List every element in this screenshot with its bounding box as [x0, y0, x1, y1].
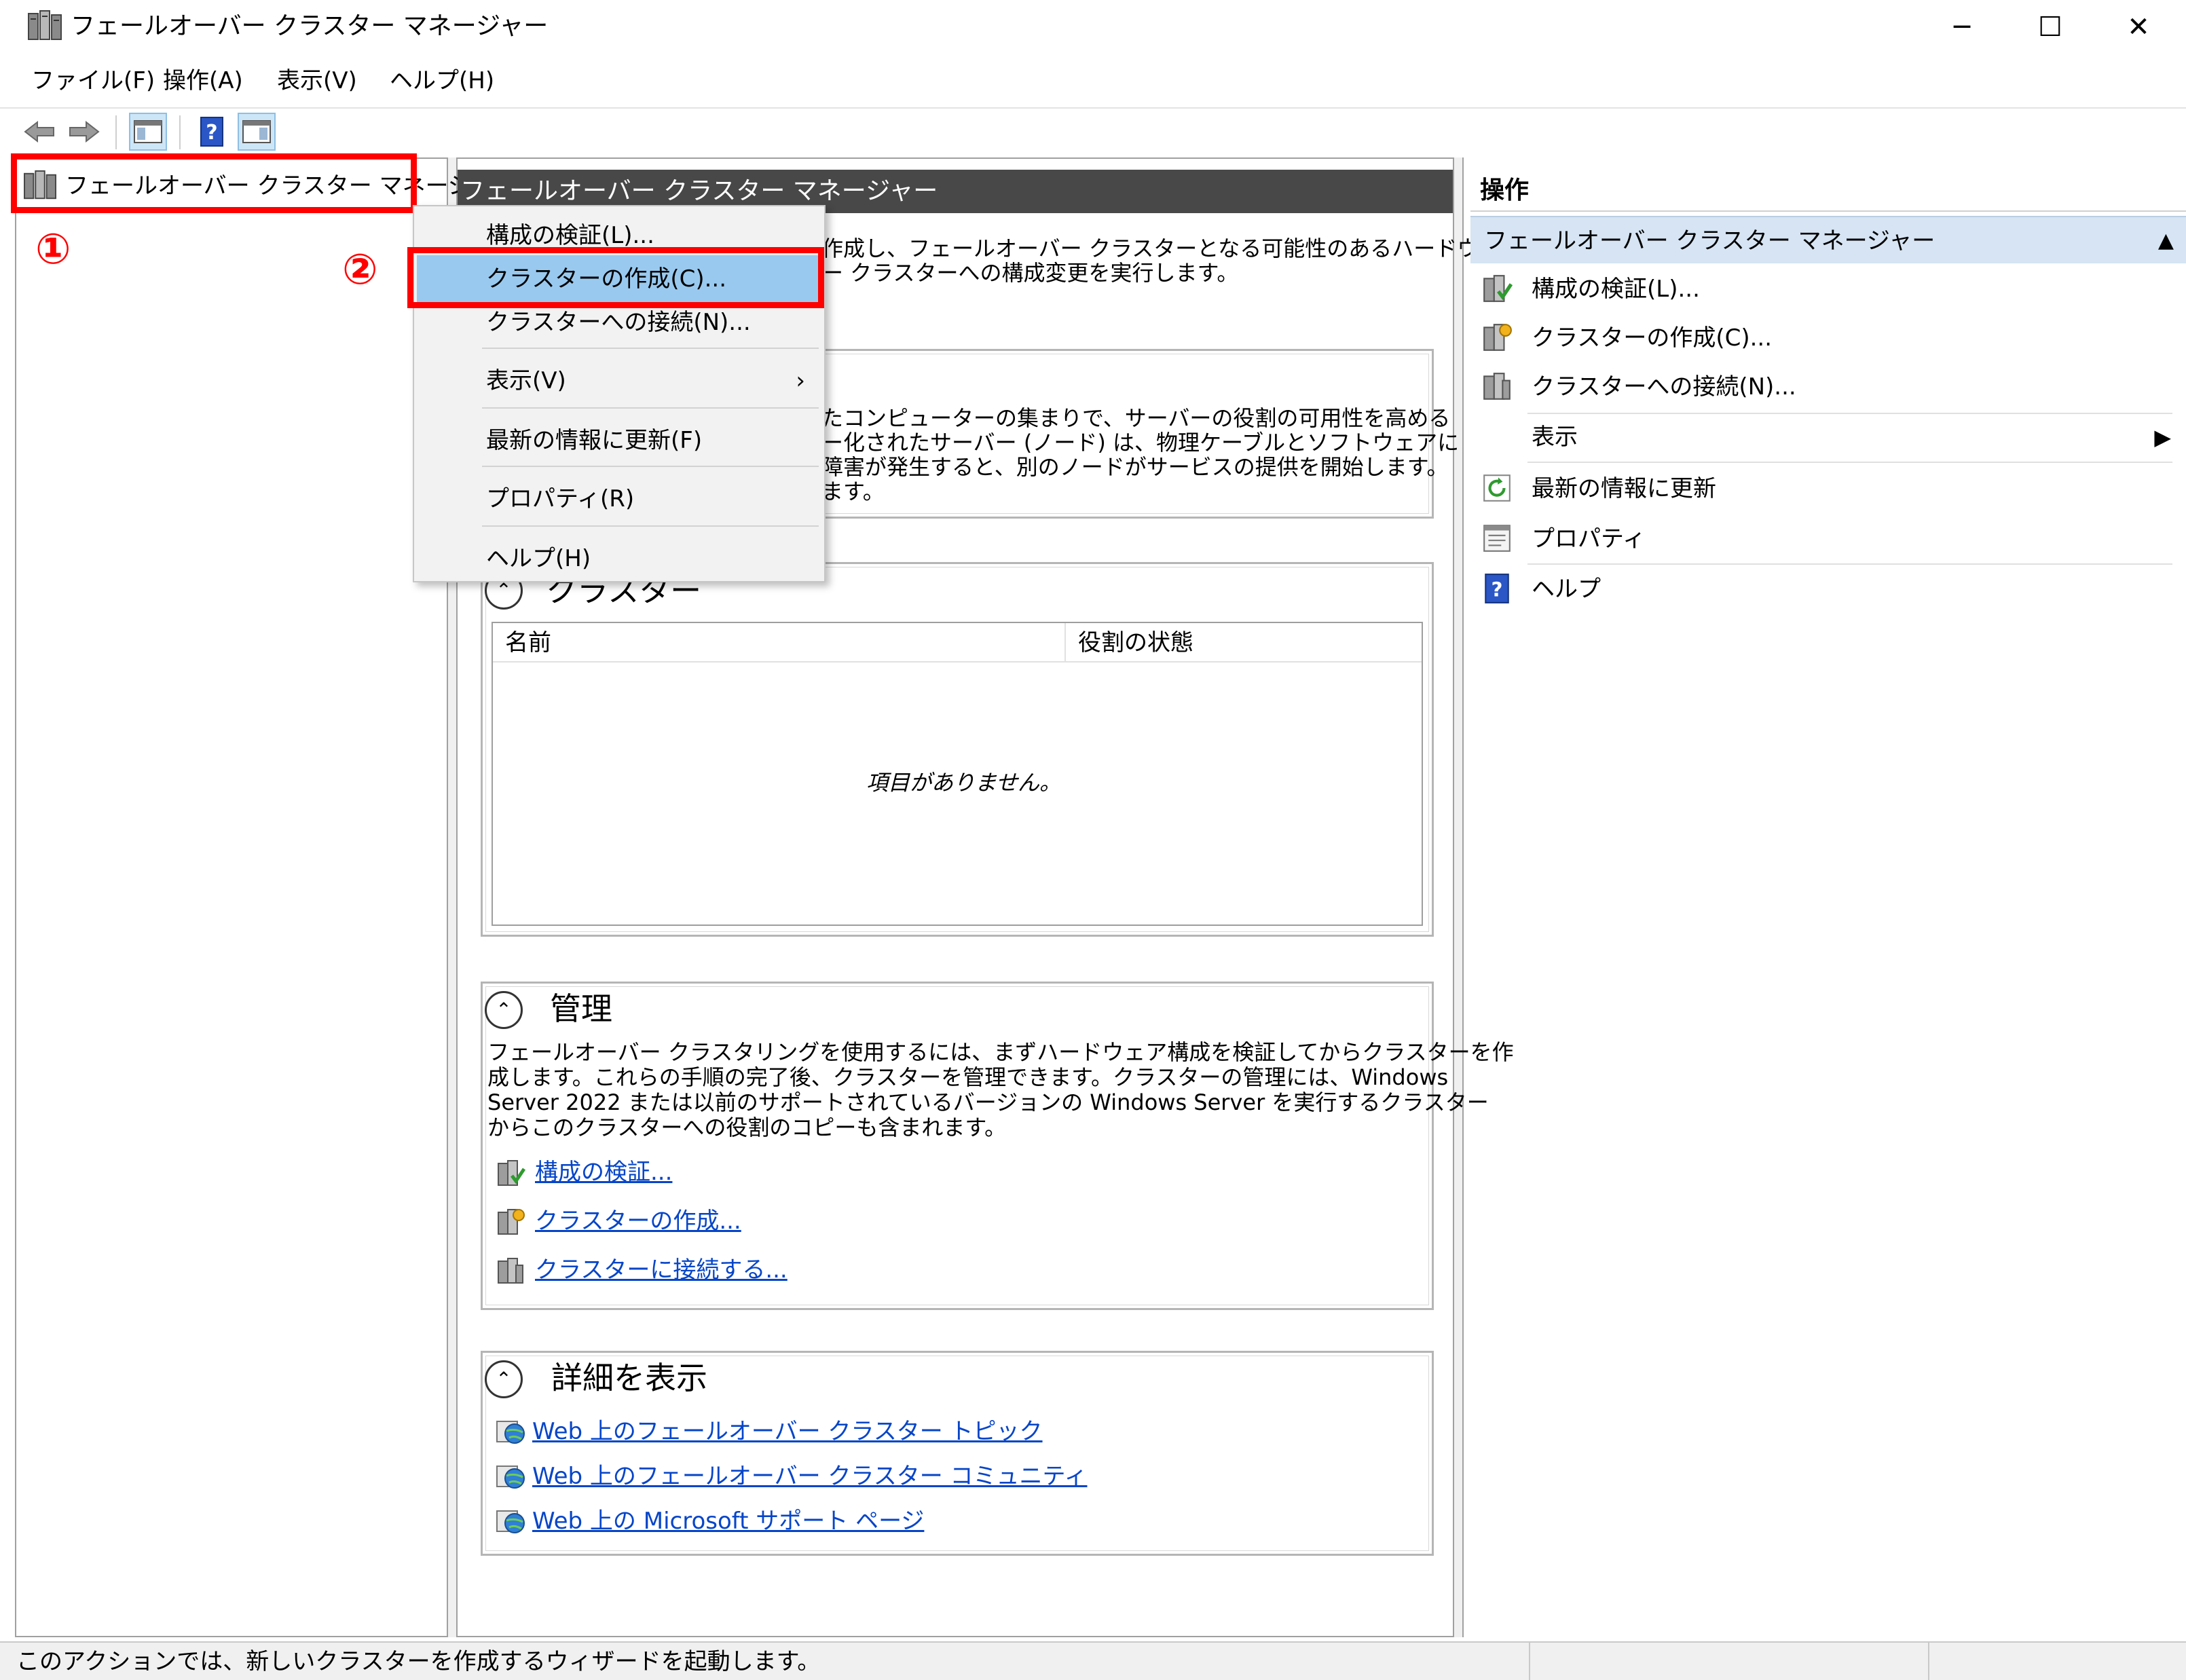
- action-label: クラスターへの接続(N)...: [1532, 373, 1796, 400]
- collapse-details-button[interactable]: ⌃: [485, 1360, 523, 1398]
- action-refresh[interactable]: 最新の情報に更新: [1470, 464, 2176, 513]
- action-label: ヘルプ: [1532, 576, 1601, 603]
- action-label: クラスターの作成(C)...: [1532, 324, 1773, 352]
- overview-line: 障害が発生すると、別のノードがサービスの提供を開始します。: [821, 454, 1449, 480]
- management-text: 成します。これらの手順の完了後、クラスターを管理できます。クラスターの管理には、…: [487, 1064, 1449, 1090]
- column-header-role-status[interactable]: 役割の状態: [1066, 623, 1422, 662]
- highlight-box-1: [11, 153, 417, 213]
- empty-list-message: 項目がありません。: [866, 770, 1062, 796]
- web-link-icon: [496, 1466, 525, 1489]
- action-label: 構成の検証(L)...: [1532, 276, 1700, 303]
- action-properties[interactable]: プロパティ: [1470, 515, 2176, 563]
- context-menu-refresh[interactable]: 最新の情報に更新(F): [417, 417, 823, 464]
- intro-line: 作成し、フェールオーバー クラスターとなる可能性のあるハードウェ: [821, 236, 1501, 261]
- svg-text:?: ?: [206, 121, 217, 145]
- properties-icon: [1483, 525, 1511, 552]
- action-create-cluster[interactable]: クラスターの作成(C)...: [1470, 314, 2176, 362]
- status-text: このアクションでは、新しいクラスターを作成するウィザードを起動します。: [16, 1648, 821, 1675]
- overview-line: ます。: [821, 479, 885, 504]
- action-label: 表示: [1532, 424, 1578, 451]
- link-connect-cluster[interactable]: クラスターに接続する...: [535, 1253, 788, 1287]
- pane-splitter[interactable]: [1454, 157, 1462, 1637]
- submenu-arrow-icon: ›: [796, 367, 805, 394]
- cluster-manager-icon: [28, 10, 62, 40]
- connect-cluster-icon: [498, 1258, 523, 1284]
- menu-help[interactable]: ヘルプ(H): [390, 64, 494, 98]
- action-validate-configuration[interactable]: 構成の検証(L)...: [1470, 265, 2176, 314]
- context-menu-properties[interactable]: プロパティ(R): [417, 475, 823, 523]
- actions-section-header[interactable]: フェールオーバー クラスター マネージャー ▲: [1470, 216, 2186, 263]
- management-title: 管理: [550, 990, 612, 1027]
- management-text: Server 2022 または以前のサポートされているバージョンの Window…: [487, 1089, 1489, 1115]
- menu-bar: ファイル(F) 操作(A) 表示(V) ヘルプ(H): [0, 57, 2186, 105]
- forward-arrow-icon[interactable]: [65, 113, 103, 151]
- context-menu-view[interactable]: 表示(V) ›: [417, 357, 823, 405]
- toolbar: ?: [0, 107, 2186, 156]
- details-title: 詳細を表示: [551, 1360, 707, 1396]
- management-text: フェールオーバー クラスタリングを使用するには、まずハードウェア構成を検証してか…: [487, 1039, 1514, 1065]
- action-view[interactable]: 表示 ▶: [1470, 413, 2176, 462]
- context-menu-help[interactable]: ヘルプ(H): [417, 535, 823, 582]
- step-marker-2: ②: [342, 244, 378, 294]
- highlight-box-2: [407, 247, 824, 308]
- close-button[interactable]: ✕: [2091, 0, 2186, 54]
- refresh-icon: [1483, 474, 1511, 502]
- overview-line: たコンピューターの集まりで、サーバーの役割の可用性を高める: [821, 405, 1451, 431]
- action-connect-cluster[interactable]: クラスターへの接続(N)...: [1470, 362, 2176, 411]
- help-icon[interactable]: ?: [193, 113, 231, 151]
- overview-line: ー化されたサーバー (ノード) は、物理ケーブルとソフトウェアに: [821, 430, 1460, 455]
- console-tree-pane[interactable]: [15, 157, 448, 1637]
- show-hide-action-pane-icon[interactable]: [238, 113, 276, 151]
- intro-line: ー クラスターへの構成変更を実行します。: [821, 260, 1239, 286]
- maximize-button[interactable]: ☐: [2003, 0, 2098, 54]
- menu-action[interactable]: 操作(A): [163, 64, 243, 98]
- validate-configuration-icon: [1483, 275, 1513, 302]
- management-text: からこのクラスターへの役割のコピーも含まれます。: [487, 1115, 1007, 1140]
- connect-cluster-icon: [1483, 373, 1511, 400]
- step-marker-1: ①: [35, 224, 71, 274]
- back-arrow-icon[interactable]: [20, 113, 58, 151]
- menu-file[interactable]: ファイル(F): [31, 64, 155, 98]
- action-help[interactable]: ? ヘルプ: [1470, 565, 2176, 614]
- help-icon: ?: [1485, 574, 1509, 603]
- collapse-management-button[interactable]: ⌃: [485, 991, 523, 1029]
- validate-configuration-icon: [498, 1160, 525, 1186]
- link-web-cluster-topics[interactable]: Web 上のフェールオーバー クラスター トピック: [532, 1415, 1043, 1449]
- link-create-cluster[interactable]: クラスターの作成...: [535, 1204, 741, 1238]
- menu-view[interactable]: 表示(V): [277, 64, 357, 98]
- svg-text:?: ?: [1492, 578, 1503, 601]
- web-link-icon: [496, 1421, 525, 1444]
- create-cluster-icon: [1483, 324, 1512, 351]
- clusters-table[interactable]: 名前 役割の状態 項目がありません。: [492, 622, 1423, 926]
- create-cluster-icon: [498, 1209, 525, 1235]
- submenu-arrow-icon: ▶: [2154, 424, 2171, 450]
- link-validate-configuration[interactable]: 構成の検証...: [535, 1155, 672, 1189]
- action-label: 最新の情報に更新: [1532, 475, 1716, 502]
- actions-section-title: フェールオーバー クラスター マネージャー: [1484, 227, 1935, 255]
- collapse-arrow-icon[interactable]: ▲: [2158, 217, 2174, 265]
- link-web-microsoft-support[interactable]: Web 上の Microsoft サポート ページ: [532, 1504, 924, 1538]
- minimize-button[interactable]: ─: [1914, 0, 2009, 54]
- actions-header: 操作: [1470, 170, 2186, 212]
- action-label: プロパティ: [1532, 525, 1646, 553]
- show-hide-console-tree-icon[interactable]: [129, 113, 167, 151]
- window-title: フェールオーバー クラスター マネージャー: [71, 12, 549, 40]
- web-link-icon: [496, 1510, 525, 1533]
- context-menu-view-label: 表示(V): [486, 367, 566, 394]
- column-header-name[interactable]: 名前: [493, 623, 1066, 662]
- link-web-cluster-community[interactable]: Web 上のフェールオーバー クラスター コミュニティ: [532, 1459, 1088, 1493]
